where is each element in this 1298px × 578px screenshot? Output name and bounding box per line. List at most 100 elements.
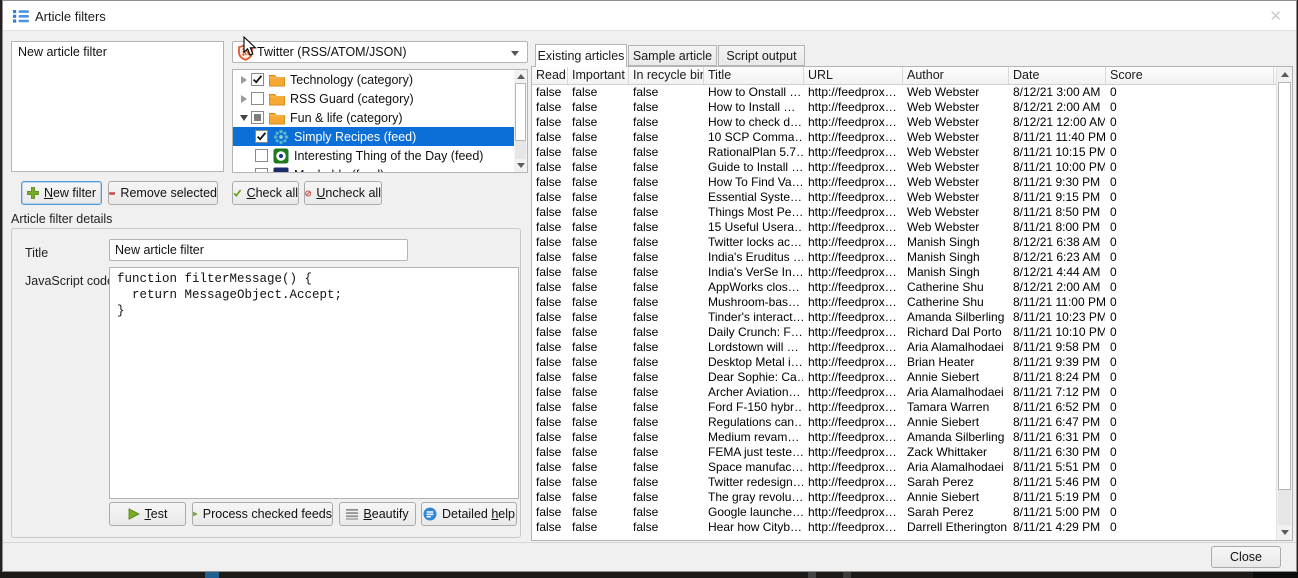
table-row[interactable]: falsefalsefalseThings Most Pe…http://fee… — [532, 205, 1276, 220]
column-header-url[interactable]: URL — [804, 67, 903, 84]
test-button[interactable]: Test — [109, 502, 186, 526]
scrollbar-thumb[interactable] — [1278, 82, 1291, 490]
scrollbar-thumb[interactable] — [515, 83, 526, 141]
column-header-in-recycle-bin[interactable]: In recycle bin — [629, 67, 704, 84]
table-row[interactable]: falsefalsefalseDear Sophie: Ca…http://fe… — [532, 370, 1276, 385]
tree-item-label: Mashable (feed) — [294, 168, 384, 174]
filter-list-item[interactable]: New article filter — [12, 42, 223, 62]
javascript-code-text[interactable]: function filterMessage() { return Messag… — [110, 268, 518, 322]
table-row[interactable]: falsefalsefalseRationalPlan 5.7…http://f… — [532, 145, 1276, 160]
column-header-author[interactable]: Author — [903, 67, 1009, 84]
checkbox-checked[interactable] — [255, 130, 268, 143]
table-row[interactable]: falsefalsefalseFord F-150 hybr…http://fe… — [532, 400, 1276, 415]
tree-item-interesting-thing-of-the-day-feed[interactable]: Interesting Thing of the Day (feed) — [233, 146, 514, 165]
table-row[interactable]: falsefalsefalse10 SCP Comma…http://feedp… — [532, 130, 1276, 145]
cell: false — [532, 355, 568, 370]
checkbox-partial[interactable] — [251, 111, 264, 124]
cell: false — [532, 520, 568, 535]
tab-existing-articles[interactable]: Existing articles — [535, 44, 627, 67]
cell: RationalPlan 5.7… — [704, 145, 804, 160]
scroll-up-icon[interactable] — [1277, 67, 1292, 82]
process-checked-feeds-button[interactable]: Process checked feeds — [192, 502, 333, 526]
column-header-title[interactable]: Title — [704, 67, 804, 84]
cell: false — [629, 460, 704, 475]
beautify-button[interactable]: Beautify — [339, 502, 416, 526]
tree-item-simply-recipes-feed[interactable]: Simply Recipes (feed) — [233, 127, 514, 146]
title-input[interactable] — [109, 239, 408, 261]
checkbox-unchecked[interactable] — [255, 168, 268, 173]
table-row[interactable]: falsefalsefalseLordstown will …http://fe… — [532, 340, 1276, 355]
table-row[interactable]: falsefalsefalse15 Useful Usera…http://fe… — [532, 220, 1276, 235]
checkbox-checked[interactable] — [251, 73, 264, 86]
table-row[interactable]: falsefalsefalseGoogle launche…http://fee… — [532, 505, 1276, 520]
scroll-down-icon[interactable] — [514, 159, 527, 172]
table-row[interactable]: falsefalsefalseHow to Install …http://fe… — [532, 100, 1276, 115]
table-row[interactable]: falsefalsefalseHow to Onstall …http://fe… — [532, 85, 1276, 100]
javascript-code-editor[interactable]: function filterMessage() { return Messag… — [109, 267, 519, 499]
table-row[interactable]: falsefalsefalseFEMA just teste…http://fe… — [532, 445, 1276, 460]
table-row[interactable]: falsefalsefalseSpace manufac…http://feed… — [532, 460, 1276, 475]
table-row[interactable]: falsefalsefalseTwitter locks ac…http://f… — [532, 235, 1276, 250]
expander-collapsed-icon[interactable] — [237, 76, 251, 84]
expander-expanded-icon[interactable] — [237, 115, 251, 121]
table-row[interactable]: falsefalsefalseIndia's VerSe In…http://f… — [532, 265, 1276, 280]
cell: Annie Siebert — [903, 370, 1009, 385]
table-row[interactable]: falsefalsefalseMedium revam…http://feedp… — [532, 430, 1276, 445]
table-row[interactable]: falsefalsefalseHow To Find Va…http://fee… — [532, 175, 1276, 190]
feed-tree[interactable]: Technology (category)RSS Guard (category… — [232, 69, 528, 173]
filter-list[interactable]: New article filter — [11, 41, 224, 172]
cell: Annie Siebert — [903, 415, 1009, 430]
close-button[interactable]: Close — [1211, 546, 1281, 568]
cell: 15 Useful Usera… — [704, 220, 804, 235]
new-filter-button[interactable]: New filter — [21, 181, 102, 205]
cell: 8/11/21 5:51 PM — [1009, 460, 1106, 475]
detailed-help-button[interactable]: Detailed help — [421, 502, 517, 526]
table-row[interactable]: falsefalsefalseMushroom-bas…http://feedp… — [532, 295, 1276, 310]
tab-sample-article[interactable]: Sample article — [628, 45, 717, 66]
check-all-button[interactable]: Check all — [232, 181, 299, 205]
table-row[interactable]: falsefalsefalseIndia's Eruditus …http://… — [532, 250, 1276, 265]
table-row[interactable]: falsefalsefalseHear how Cityb…http://fee… — [532, 520, 1276, 535]
column-header-read[interactable]: Read — [532, 67, 568, 84]
cell: false — [568, 235, 629, 250]
table-row[interactable]: falsefalsefalseTinder's interact…http://… — [532, 310, 1276, 325]
expander-collapsed-icon[interactable] — [237, 95, 251, 103]
table-row[interactable]: falsefalsefalseAppWorks clos…http://feed… — [532, 280, 1276, 295]
uncheck-all-button[interactable]: Uncheck all — [304, 181, 382, 205]
tree-item-mashable-feed[interactable]: mMashable (feed) — [233, 165, 514, 173]
table-row[interactable]: falsefalsefalseEssential Syste…http://fe… — [532, 190, 1276, 205]
table-row[interactable]: falsefalsefalseRegulations can…http://fe… — [532, 415, 1276, 430]
cell: false — [532, 385, 568, 400]
feed-tree-scrollbar[interactable] — [514, 70, 527, 172]
table-row[interactable]: falsefalsefalseDaily Crunch: F…http://fe… — [532, 325, 1276, 340]
table-row[interactable]: falsefalsefalseDesktop Metal i…http://fe… — [532, 355, 1276, 370]
table-scrollbar[interactable] — [1276, 67, 1292, 540]
remove-selected-button[interactable]: Remove selected — [108, 181, 218, 205]
help-icon — [423, 507, 437, 521]
column-header-important[interactable]: Important — [568, 67, 629, 84]
no-sign-icon — [305, 187, 311, 200]
dialog-close-icon[interactable]: ✕ — [1269, 7, 1282, 25]
checkbox-unchecked[interactable] — [251, 92, 264, 105]
tab-script-output[interactable]: Script output — [718, 45, 805, 66]
tree-item-fun-life-category[interactable]: Fun & life (category) — [233, 108, 514, 127]
table-row[interactable]: falsefalsefalseHow to check d…http://fee… — [532, 115, 1276, 130]
cell: AppWorks clos… — [704, 280, 804, 295]
table-row[interactable]: falsefalsefalseGuide to Install …http://… — [532, 160, 1276, 175]
scroll-up-icon[interactable] — [514, 70, 527, 83]
tree-item-label: Fun & life (category) — [290, 111, 403, 125]
cell: The gray revolu… — [704, 490, 804, 505]
table-row[interactable]: falsefalsefalseTwitter redesign…http://f… — [532, 475, 1276, 490]
tree-item-technology-category[interactable]: Technology (category) — [233, 70, 514, 89]
table-row[interactable]: falsefalsefalseArcher Aviation…http://fe… — [532, 385, 1276, 400]
tree-item-rss-guard-category[interactable]: RSS Guard (category) — [233, 89, 514, 108]
column-header-date[interactable]: Date — [1009, 67, 1106, 84]
cell: 8/11/21 4:29 PM — [1009, 520, 1106, 535]
scroll-down-icon[interactable] — [1277, 525, 1292, 540]
cell: false — [568, 370, 629, 385]
lines-icon — [346, 508, 358, 520]
account-combobox[interactable]: Twitter (RSS/ATOM/JSON) — [232, 41, 528, 63]
table-row[interactable]: falsefalsefalseThe gray revolu…http://fe… — [532, 490, 1276, 505]
checkbox-unchecked[interactable] — [255, 149, 268, 162]
column-header-score[interactable]: Score — [1106, 67, 1274, 84]
